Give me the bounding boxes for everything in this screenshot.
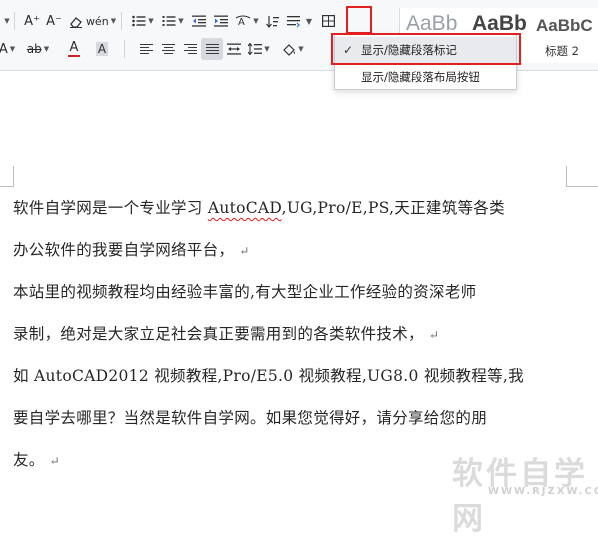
line-text: 办公软件的我要自学网络平台，: [13, 241, 235, 259]
line-text: 如 AutoCAD2012 视频教程,Pro/E5.0 视频教程,UG8.0 视…: [13, 367, 524, 385]
paragraph-marks-icon: [287, 15, 300, 27]
font-color-swatch: [68, 55, 80, 57]
decrease-indent-button[interactable]: [188, 10, 210, 32]
font-style-icon: A: [0, 41, 8, 57]
document-line: 要自学去哪里？当然是软件自学网。如果您觉得好，请分享给您的朋: [13, 403, 573, 445]
highlight-box-menu-item: [331, 33, 521, 65]
grow-font-icon: A⁺: [24, 13, 40, 29]
character-shading-icon: A: [95, 42, 109, 56]
line-spacing-icon: [248, 43, 263, 55]
bullet-list-button[interactable]: ▼: [128, 10, 158, 32]
separator: [14, 12, 15, 30]
separator: [121, 12, 122, 30]
shrink-font-button[interactable]: A⁻: [43, 10, 65, 32]
font-color-button[interactable]: A: [60, 38, 88, 60]
page-corner-mark-left-h: [0, 186, 14, 187]
distributed-button[interactable]: [223, 38, 245, 60]
align-center-button[interactable]: [157, 38, 179, 60]
highlight-box-toggle: [346, 6, 372, 34]
align-right-icon: [183, 43, 197, 55]
document-line: 如 AutoCAD2012 视频教程,Pro/E5.0 视频教程,UG8.0 视…: [13, 361, 573, 403]
document-line: 本站里的视频教程均由经验丰富的,有大型企业工作经验的资深老师: [13, 277, 573, 319]
line-text: ,UG,Pro/E,PS,天正建筑等各类: [281, 199, 505, 217]
sort-icon: [266, 15, 279, 28]
line-spacing-button[interactable]: ▼: [245, 38, 273, 60]
justify-icon: [205, 43, 219, 55]
text-direction-icon: A: [236, 14, 251, 28]
increase-indent-icon: [214, 15, 228, 27]
paragraph-mark-icon: ↵: [428, 328, 440, 342]
bullet-list-icon: [132, 15, 146, 27]
line-text: 软件自学网是一个专业学习: [13, 199, 208, 217]
align-left-icon: [139, 43, 153, 55]
table-icon: [321, 15, 335, 27]
eraser-icon: [70, 16, 82, 28]
menu-item-label: 显示/隐藏段落布局按钮: [361, 70, 480, 84]
paragraph-mark-icon: ↵: [239, 244, 250, 258]
paint-bucket-icon: [283, 43, 296, 56]
paragraph-mark-icon: ↵: [49, 454, 60, 468]
clear-format-button[interactable]: [65, 10, 87, 32]
justify-button[interactable]: [201, 38, 223, 60]
align-right-button[interactable]: [179, 38, 201, 60]
font-color-icon: A: [69, 40, 79, 55]
phonetic-guide-button[interactable]: wén ▼: [85, 10, 116, 32]
shading-button[interactable]: ▼: [279, 38, 307, 60]
separator: [124, 40, 125, 58]
strikethrough-button[interactable]: ab ▼: [24, 38, 52, 60]
document-body[interactable]: 软件自学网是一个专业学习 AutoCAD,UG,Pro/E,PS,天正建筑等各类…: [13, 193, 573, 487]
text-direction-button[interactable]: A ▼: [232, 10, 262, 32]
spellcheck-word: AutoCAD: [207, 199, 282, 217]
numbered-list-icon: [162, 16, 176, 26]
style-name-heading-2: 标题 2: [545, 44, 579, 58]
shrink-font-icon: A⁻: [46, 13, 62, 29]
ribbon-row-2: A ▼ ab ▼ A A ▼ ▼: [0, 37, 307, 61]
font-style-button[interactable]: A ▼: [0, 38, 15, 60]
grow-font-button[interactable]: A⁺: [21, 10, 43, 32]
strikethrough-icon: ab: [26, 42, 42, 56]
distributed-icon: [227, 43, 241, 55]
ribbon-row-1: ▼ A⁺ A⁻ wén ▼ ▼ ▼ A ▼ ▼: [0, 9, 339, 33]
line-text: 友。: [13, 451, 45, 469]
page-corner-mark-right: [566, 166, 567, 187]
increase-indent-button[interactable]: [210, 10, 232, 32]
numbered-list-button[interactable]: ▼: [158, 10, 188, 32]
menu-item-show-hide-layout-buttons[interactable]: 显示/隐藏段落布局按钮: [335, 64, 516, 90]
line-text: 录制，绝对是大家立足社会真正要需用到的各类软件技术，: [13, 325, 424, 343]
document-line: 软件自学网是一个专业学习 AutoCAD,UG,Pro/E,PS,天正建筑等各类: [13, 193, 573, 235]
document-line: 办公软件的我要自学网络平台， ↵: [13, 235, 573, 277]
chevron-down-icon: ▼: [305, 16, 313, 26]
character-shading-button[interactable]: A: [92, 38, 112, 60]
watermark-url: WWW.RJZXW.COM: [488, 486, 598, 497]
phonetic-icon: wén: [85, 14, 109, 28]
show-hide-dropdown-toggle[interactable]: ▼: [301, 10, 315, 32]
page-corner-mark-left: [13, 166, 14, 187]
align-center-icon: [161, 43, 175, 55]
line-text: 本站里的视频教程均由经验丰富的,有大型企业工作经验的资深老师: [13, 283, 477, 301]
sort-button[interactable]: [262, 10, 284, 32]
page-corner-mark-right-h: [566, 186, 598, 187]
table-insert-button[interactable]: [317, 10, 339, 32]
line-text: 要自学去哪里？当然是软件自学网。如果您觉得好，请分享给您的朋: [13, 409, 488, 427]
show-hide-paragraph-button[interactable]: [286, 10, 301, 32]
svg-text:A: A: [238, 17, 245, 28]
align-left-button[interactable]: [135, 38, 157, 60]
style-sample-heading-2[interactable]: AaBbC: [536, 16, 593, 36]
document-line: 录制，绝对是大家立足社会真正要需用到的各类软件技术， ↵: [13, 319, 573, 361]
decrease-indent-icon: [192, 15, 206, 27]
font-size-caret[interactable]: ▼: [0, 10, 12, 32]
